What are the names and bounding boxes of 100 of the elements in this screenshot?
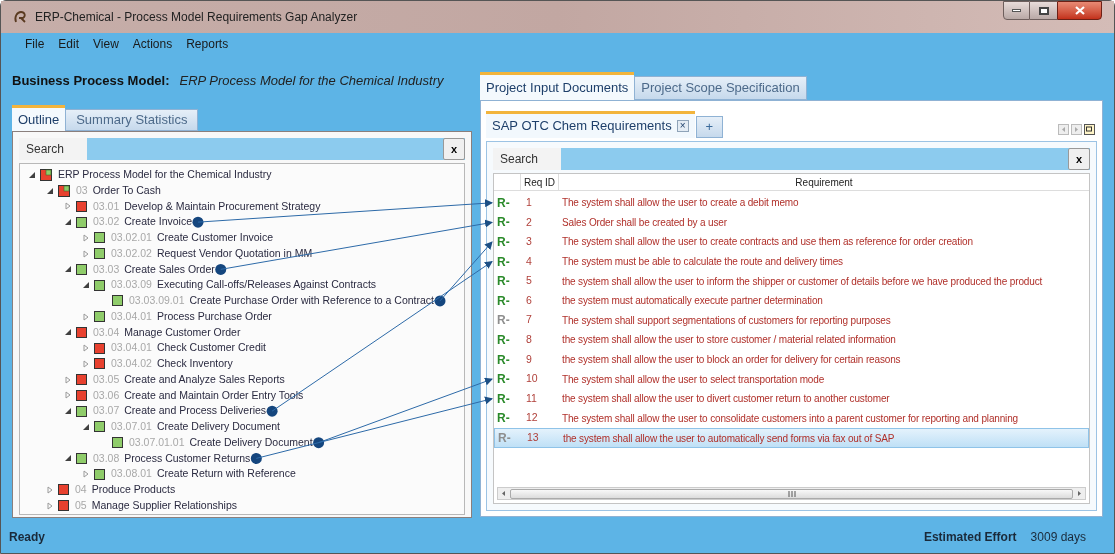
collapse-triangle-icon[interactable] — [64, 454, 72, 463]
expand-triangle-icon[interactable] — [46, 485, 54, 494]
panel-tab[interactable]: Summary Statistics — [65, 109, 199, 131]
requirement-row[interactable]: R- 2 Sales Order shall be created by a user — [494, 212, 1089, 233]
expand-triangle-icon[interactable] — [82, 312, 90, 321]
requirement-row[interactable]: R- 7 The system shall support segmentations of customers for reporting purposes — [494, 310, 1089, 331]
expand-triangle-icon[interactable] — [82, 470, 90, 479]
menu-item[interactable]: File — [25, 35, 45, 53]
tree-item[interactable]: 03.05 Create and Analyze Sales Reports — [91, 371, 285, 388]
process-name: Executing Call-offs/Releases Against Contracts — [156, 277, 377, 293]
requirement-row[interactable]: R- 3 The system shall allow the user to create contracts and use them as reference for order creation — [494, 232, 1089, 252]
req-id: 10 — [525, 371, 539, 387]
tree-item[interactable]: 03.04.01 Check Customer Credit — [109, 340, 266, 356]
tree-item[interactable]: 03.01 Develop & Maintain Procurement Strategy — [91, 198, 321, 215]
menu-item[interactable]: Reports — [186, 35, 229, 53]
column-header[interactable]: Requirement — [558, 174, 1089, 190]
tree-item[interactable]: 03.07 Create and Process Deliveries — [91, 403, 267, 419]
requirement-text: The system shall support segmentations of customers for reporting purposes — [561, 313, 892, 328]
tree-item[interactable]: 03.03.09 Executing Call-offs/Releases Against Contracts — [109, 277, 377, 293]
requirement-row[interactable]: R- 11 the system shall allow the user to divert customer return to another customer — [494, 388, 1089, 409]
expand-triangle-icon[interactable] — [82, 359, 90, 368]
panel-tab[interactable]: Project Input Documents — [480, 72, 635, 100]
req-id: 1 — [525, 194, 533, 210]
process-code: 03.02.02 — [111, 245, 152, 261]
process-code: 03.07.01.01 — [129, 434, 185, 450]
tree-item[interactable]: ERP Process Model for the Chemical Industry — [56, 167, 272, 183]
process-name: Process Purchase Order — [156, 308, 272, 324]
close-icon — [1074, 6, 1085, 15]
tree-item[interactable]: 03.04.02 Check Inventory — [109, 356, 233, 372]
minimize-button[interactable] — [1003, 1, 1030, 20]
column-header[interactable]: Req ID — [520, 174, 558, 190]
collapse-triangle-icon[interactable] — [64, 407, 72, 416]
collapse-triangle-icon[interactable] — [82, 281, 90, 290]
horizontal-scrollbar[interactable] — [497, 487, 1086, 500]
requirement-text: The system shall allow the user to create contracts and use them as reference for order creation — [561, 235, 974, 250]
scrollbar-thumb[interactable] — [510, 488, 1073, 499]
clear-search-button[interactable]: x — [1068, 148, 1090, 170]
process-code: 03.06 — [93, 387, 120, 403]
req-id: 11 — [525, 390, 538, 406]
tree-item[interactable]: 04 Produce Products — [73, 482, 176, 498]
collapse-triangle-icon[interactable] — [64, 218, 72, 227]
tree-item[interactable]: 03.02 Create Invoice — [91, 214, 192, 230]
effort-label: Estimated Effort — [923, 529, 1017, 546]
tree-item[interactable]: 03.03 Create Sales Order — [91, 261, 215, 278]
tree-item[interactable]: 03.08.01 Create Return with Reference — [109, 466, 296, 482]
requirement-row[interactable]: R- 6 the system must automatically execute partner determination — [494, 290, 1089, 311]
process-name: Check Customer Credit — [156, 340, 266, 356]
tree-item[interactable]: 03.07.01.01 Create Delivery Document — [127, 434, 313, 451]
requirement-row[interactable]: R- 5 the system shall allow the user to inform the shipper or customer of details before we have produced the product — [494, 271, 1089, 291]
collapse-triangle-icon[interactable] — [28, 170, 36, 179]
requirement-text: the system shall allow the user to automatically send forms via fax out of SAP — [562, 431, 896, 446]
collapse-triangle-icon[interactable] — [82, 422, 90, 431]
requirement-text: the system shall allow the user to block an order for delivery for certain reasons — [561, 353, 902, 368]
effort-value: 3009 days — [1030, 529, 1086, 546]
process-code: 03.08 — [93, 450, 120, 466]
expand-triangle-icon[interactable] — [82, 233, 90, 242]
collapse-triangle-icon[interactable] — [46, 186, 54, 195]
expand-triangle-icon[interactable] — [64, 202, 72, 211]
requirement-row[interactable]: R- 8 the system shall allow the user to store customer / material related information — [494, 330, 1089, 350]
menu-item[interactable]: View — [93, 35, 119, 53]
requirement-marker: R- — [496, 234, 511, 251]
requirement-text: The system shall allow the user to create a debit memo — [561, 196, 800, 211]
document-tab[interactable]: SAP OTC Chem Requirements × — [486, 111, 695, 138]
tree-item[interactable]: 03.02.01 Create Customer Invoice — [109, 230, 273, 246]
search-label: Search — [19, 138, 87, 160]
requirement-row[interactable]: R- 1 The system shall allow the user to create a debit memo — [494, 193, 1089, 213]
requirement-row[interactable]: R- 9 the system shall allow the user to block an order for delivery for certain reasons — [494, 349, 1089, 370]
window-title: ERP-Chemical - Process Model Requirements Gap Analyzer — [35, 9, 358, 26]
tree-item[interactable]: 03.04.01 Process Purchase Order — [109, 308, 272, 325]
panel-tab[interactable]: Outline — [12, 105, 66, 131]
process-name: Create Delivery Document — [156, 419, 280, 434]
collapse-triangle-icon[interactable] — [64, 265, 72, 274]
requirement-row[interactable]: R- 12 The system shall allow the user to consolidate customers into a parent customer for reporting and planning — [494, 408, 1089, 429]
expand-triangle-icon[interactable] — [82, 249, 90, 258]
expand-triangle-icon[interactable] — [46, 501, 54, 510]
add-tab-button[interactable]: + — [695, 116, 723, 138]
menu-item[interactable]: Actions — [132, 35, 173, 53]
requirement-row[interactable]: R- 4 The system must be able to calculate the route and delivery times — [494, 251, 1089, 272]
panel-tab[interactable]: Project Scope Specification — [634, 76, 807, 100]
expand-triangle-icon[interactable] — [64, 375, 72, 384]
collapse-triangle-icon[interactable] — [64, 328, 72, 337]
process-code: 03.03 — [93, 261, 120, 277]
tree-item[interactable]: 03.04 Manage Customer Order — [91, 324, 241, 341]
close-tab-button[interactable]: × — [676, 120, 689, 132]
tree-item[interactable]: 03 Order To Cash — [74, 182, 161, 199]
clear-search-button[interactable]: x — [443, 138, 465, 160]
expand-triangle-icon[interactable] — [82, 344, 90, 353]
tree-item[interactable]: 03.07.01 Create Delivery Document — [109, 419, 280, 435]
model-label: Business Process Model: — [12, 72, 170, 91]
tree-item[interactable]: 03.03.09.01 Create Purchase Order with Reference to a Contract — [127, 293, 434, 309]
close-button[interactable] — [1057, 1, 1102, 20]
tree-item[interactable]: 03.08 Process Customer Returns — [91, 450, 251, 467]
expand-triangle-icon[interactable] — [64, 391, 72, 400]
window-list-icon[interactable] — [1084, 124, 1095, 135]
requirement-row[interactable]: R- 10 The system shall allow the user to select transportation mode — [494, 369, 1089, 389]
maximize-button[interactable] — [1030, 1, 1057, 20]
tree-item[interactable]: 05 Manage Supplier Relationships — [73, 497, 238, 514]
selected-requirement-row[interactable]: R- 13 the system shall allow the user to automatically send forms via fax out of SAP — [494, 428, 1089, 448]
process-code: 03.03.09 — [111, 277, 152, 293]
menu-item[interactable]: Edit — [58, 35, 80, 53]
